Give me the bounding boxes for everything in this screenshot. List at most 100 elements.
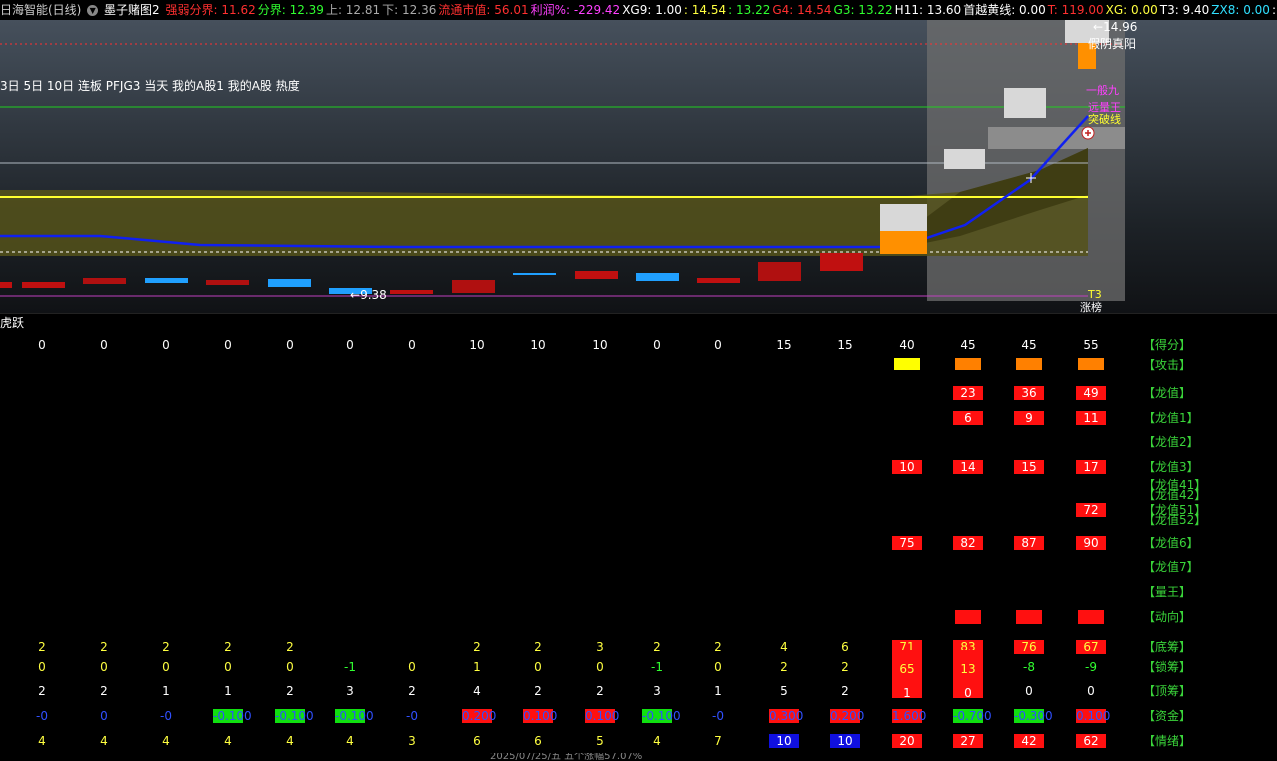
grid-cell: 15 xyxy=(1014,460,1044,474)
grid-cell: 62 xyxy=(1076,734,1106,748)
sub-indicator-title[interactable]: 虎跃 xyxy=(0,313,1277,334)
grid-cell: -0.100 xyxy=(213,709,252,723)
indicator-value-10: G3: 13.22 xyxy=(833,3,893,17)
highlight-band xyxy=(988,127,1125,149)
grid-cell: 13 xyxy=(953,650,983,676)
grid-cell: -1 xyxy=(651,660,663,674)
stock-title[interactable]: 日海智能(日线) xyxy=(0,3,81,17)
row-label: 【顶筹】 xyxy=(1143,684,1192,698)
grid-cell: 36 xyxy=(1014,386,1044,400)
candle[interactable] xyxy=(0,282,12,288)
indicator-value-17: : 14. xyxy=(1271,3,1277,17)
grid-cell: 15 xyxy=(837,338,853,352)
candle[interactable] xyxy=(575,271,618,279)
grid-cell: 4 xyxy=(162,734,170,748)
grid-cell: 10 xyxy=(830,734,860,748)
candle[interactable] xyxy=(268,279,311,287)
row-label: 【龙值6】 xyxy=(1143,536,1199,550)
period-tabs[interactable]: 3日 5日 10日 连板 PFJG3 当天 我的A股1 我的A股 热度 xyxy=(0,77,300,94)
grid-cell: 3 xyxy=(408,734,416,748)
grid-cell: 2 xyxy=(162,640,170,654)
grid-cell: 7 xyxy=(714,734,722,748)
candle[interactable] xyxy=(820,253,863,271)
grid-cell: 10 xyxy=(530,338,546,352)
grid-cell: 2 xyxy=(38,684,46,698)
candle[interactable] xyxy=(636,273,679,281)
grid-cell: 0 xyxy=(1087,684,1095,698)
kline-chart[interactable]: 3日 5日 10日 连板 PFJG3 当天 我的A股1 我的A股 热度 ←14.… xyxy=(0,20,1277,313)
candle[interactable] xyxy=(880,204,927,231)
row-label: 【动向】 xyxy=(1143,610,1192,624)
grid-cell: 0.100 xyxy=(523,709,558,723)
grid-cell: 2 xyxy=(286,640,294,654)
row-label: 【底筹】 xyxy=(1143,640,1192,654)
grid-cell: 1 xyxy=(224,684,232,698)
formula-chevron-icon[interactable]: ▼ xyxy=(87,5,99,16)
grid-cell: 2 xyxy=(224,640,232,654)
grid-cell: 2 xyxy=(596,684,604,698)
row-label: 【攻击】 xyxy=(1143,358,1192,372)
candle[interactable] xyxy=(880,231,927,254)
candle[interactable] xyxy=(83,278,126,284)
indicator-grid: 【得分】 0 0 0 0 0 0 0 10 10 10 0 0 15 15 40 45 45 55 【攻击】 【龙值】 2… xyxy=(0,333,1277,753)
grid-cell: 0 xyxy=(596,660,604,674)
grid-cell: 65 xyxy=(892,650,922,676)
indicator-value-4: 流通市值: 56.01 xyxy=(438,3,529,17)
grid-cell: 6 xyxy=(473,734,481,748)
grid-cell xyxy=(1078,610,1104,624)
grid-cell: 0 xyxy=(953,674,983,700)
grid-cell: 0 xyxy=(346,338,354,352)
grid-cell: 0.100 xyxy=(1076,709,1111,723)
grid-cell: 0 xyxy=(1025,684,1033,698)
grid-cell: 2 xyxy=(534,640,542,654)
grid-cell: 76 xyxy=(1014,640,1044,654)
kline-chart-canvas[interactable] xyxy=(0,20,1277,313)
candle[interactable] xyxy=(697,278,740,283)
grid-cell: 72 xyxy=(1076,503,1106,517)
indicator-value-9: G4: 14.54 xyxy=(772,3,832,17)
candle[interactable] xyxy=(513,273,556,275)
grid-cell: 10 xyxy=(892,460,922,474)
grid-cell: 0 xyxy=(100,338,108,352)
indicator-value-6: XG9: 1.00 xyxy=(622,3,682,17)
grid-cell: 4 xyxy=(100,734,108,748)
indicator-value-12: 首越黄线: 0.00 xyxy=(963,3,1046,17)
indicator-value-0: 强弱分界: 11.62 xyxy=(165,3,256,17)
candle[interactable] xyxy=(944,149,985,169)
row-label: 【得分】 xyxy=(1143,338,1192,352)
grid-cell: 0 xyxy=(38,338,46,352)
formula-name[interactable]: 墨子赌图2 xyxy=(104,3,160,17)
grid-cell: 0 xyxy=(224,338,232,352)
candle[interactable] xyxy=(1004,88,1046,118)
grid-cell: 27 xyxy=(953,734,983,748)
grid-cell: 5 xyxy=(596,734,604,748)
candle[interactable] xyxy=(758,262,801,281)
grid-cell: 0.100 xyxy=(585,709,620,723)
annotation-limit-up: 涨榜 xyxy=(1080,301,1102,313)
indicator-value-7: : 14.54 xyxy=(683,3,727,17)
grid-cell: 90 xyxy=(1076,536,1106,550)
grid-cell: 2 xyxy=(408,684,416,698)
grid-cell: 55 xyxy=(1083,338,1099,352)
grid-cell: 2 xyxy=(100,684,108,698)
row-label: 【龙值7】 xyxy=(1143,560,1199,574)
grid-cell: -0 xyxy=(406,709,418,723)
grid-cell: 2 xyxy=(714,640,722,654)
grid-cell xyxy=(1016,610,1042,624)
low-price-value: 9.38 xyxy=(360,288,387,302)
grid-cell: 0 xyxy=(162,338,170,352)
row-label: 【龙值3】 xyxy=(1143,460,1199,474)
grid-cell: 4 xyxy=(224,734,232,748)
row-label: 【锁筹】 xyxy=(1143,660,1192,674)
grid-cell: 0 xyxy=(224,660,232,674)
candle[interactable] xyxy=(22,282,65,288)
grid-cell: 2 xyxy=(473,640,481,654)
grid-cell: 4 xyxy=(473,684,481,698)
candle[interactable] xyxy=(206,280,249,285)
candle[interactable] xyxy=(452,280,495,293)
grid-cell: 10 xyxy=(469,338,485,352)
grid-cell: 2 xyxy=(38,640,46,654)
candle[interactable] xyxy=(145,278,188,283)
grid-cell: 0 xyxy=(162,660,170,674)
candle[interactable] xyxy=(390,290,433,294)
